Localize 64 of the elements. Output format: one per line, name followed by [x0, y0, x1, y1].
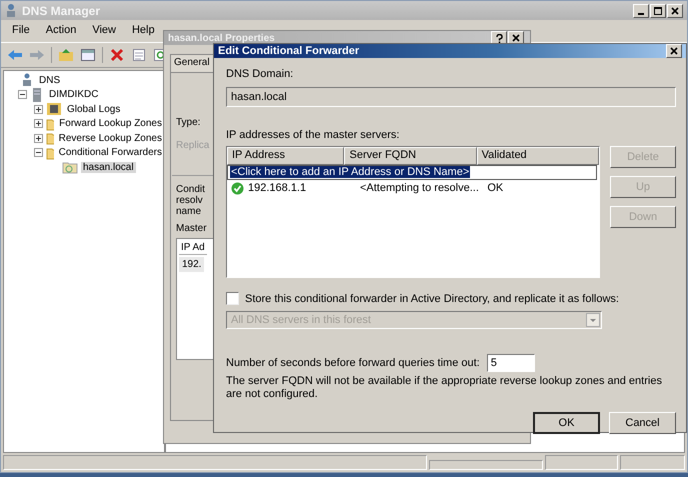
domain-label: DNS Domain:: [226, 68, 294, 80]
window-icon[interactable]: [80, 48, 96, 62]
expander-box[interactable]: [34, 134, 43, 143]
properties-icon[interactable]: [131, 48, 147, 62]
tree-item[interactable]: Forward Lookup Zones: [57, 118, 164, 130]
timeout-field[interactable]: 5: [486, 354, 535, 372]
close-icon: [512, 34, 520, 42]
tree-item[interactable]: Reverse Lookup Zones: [56, 132, 164, 144]
window-title: DNS Manager: [22, 4, 100, 18]
masters-label: IP addresses of the master servers:: [226, 129, 400, 141]
expander-box[interactable]: [18, 90, 27, 100]
tab[interactable]: General: [170, 54, 214, 72]
description-text: Condit: [176, 184, 205, 195]
tree-item[interactable]: Global Logs: [65, 104, 122, 115]
dialog-button[interactable]: OK: [533, 412, 600, 434]
type-label: Type:: [176, 117, 200, 128]
column-header[interactable]: IP Address: [227, 147, 344, 165]
menu-item[interactable]: Action: [46, 24, 76, 38]
server-icon: [30, 86, 44, 103]
close-icon: [671, 6, 679, 14]
tree-item[interactable]: Conditional Forwarders: [56, 147, 164, 158]
timeout-label: Number of seconds before forward queries time out:: [226, 357, 480, 369]
add-entry-text[interactable]: <Click here to add an IP Address or DNS Name>: [230, 166, 470, 178]
close-button[interactable]: [667, 4, 683, 18]
delete-icon[interactable]: [109, 48, 125, 62]
help-icon: [496, 34, 502, 42]
table-cell: 192.168.1.1: [248, 182, 306, 194]
domain-field[interactable]: hasan.local: [226, 87, 676, 107]
checkbox-label[interactable]: Store this conditional forwarder in Active Directory, and replicate it as follows:: [245, 292, 619, 304]
description-text: resolv: [176, 195, 203, 206]
dialog-title: hasan.local Properties: [168, 32, 275, 44]
column-header: IP Ad: [179, 241, 207, 255]
table-cell: 192.: [179, 257, 204, 272]
minimize-icon: [638, 12, 644, 14]
tree-item[interactable]: hasan.local: [81, 162, 136, 173]
tree-item[interactable]: DIMDIKDC: [47, 89, 100, 100]
forwarder-icon: [62, 160, 78, 174]
column-header[interactable]: Server FQDN: [344, 147, 477, 165]
dns-icon: [5, 4, 17, 18]
expander-box[interactable]: [34, 148, 43, 158]
masters-label: Master: [176, 223, 207, 234]
menu-item[interactable]: Help: [132, 24, 155, 38]
dialog-button[interactable]: Cancel: [609, 412, 676, 434]
close-button[interactable]: [666, 44, 682, 58]
expander-box[interactable]: [34, 104, 43, 114]
tree-item[interactable]: DNS: [37, 74, 62, 86]
expander-box[interactable]: [34, 119, 43, 128]
folder-icon: [46, 116, 54, 131]
replication-label: Replica: [176, 140, 210, 151]
description-text: name: [176, 206, 202, 217]
maximize-icon: [654, 6, 662, 14]
note-text: The server FQDN will not be available if the appropriate reverse lookup zones and entries are not configured.: [226, 375, 663, 401]
dns-icon: [20, 73, 34, 88]
maximize-button[interactable]: [650, 4, 666, 18]
minimize-button[interactable]: [633, 4, 649, 18]
dialog-title: Edit Conditional Forwarder: [218, 45, 360, 57]
table-cell-text: <Attempting to resolve...: [358, 182, 476, 194]
log-icon: [46, 102, 62, 116]
checkbox[interactable]: [226, 292, 239, 305]
close-icon: [670, 47, 678, 55]
add-entry-row[interactable]: <Click here to add an IP Address or DNS Name>: [227, 165, 597, 180]
menu-item[interactable]: View: [92, 24, 116, 38]
menu-item[interactable]: File: [12, 24, 30, 38]
column-header[interactable]: Validated: [476, 147, 599, 165]
